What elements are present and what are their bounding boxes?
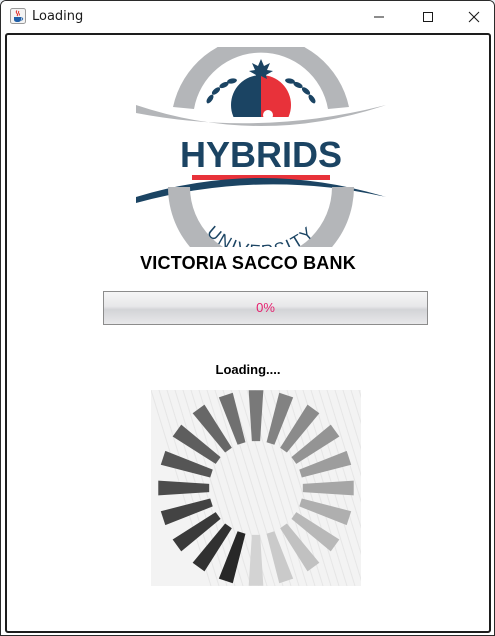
progress-bar: 0% (103, 291, 428, 325)
minimize-icon (374, 16, 384, 18)
java-cup-icon (10, 8, 26, 24)
logo-subtitle: UNIVERSITY (203, 222, 316, 247)
title-bar[interactable]: Loading (1, 1, 494, 33)
window-title: Loading (32, 9, 84, 24)
loading-label: Loading.... (215, 362, 281, 377)
logo-wordmark: HYBRIDS (180, 134, 342, 175)
maximize-button[interactable] (405, 1, 451, 32)
close-button[interactable] (451, 1, 494, 32)
progress-text: 0% (256, 300, 275, 315)
svg-text:UNIVERSITY: UNIVERSITY (203, 222, 318, 247)
organization-name: VICTORIA SACCO BANK (140, 253, 356, 273)
university-logo: HYBRIDS UNIVERSITY (136, 47, 386, 247)
loading-window: Loading HYBRIDS UNI ITY VICTORIA SACCO B… (0, 0, 495, 636)
loading-spinner-icon (151, 390, 361, 586)
content-panel: HYBRIDS UNIVERSITY VICTORIA SACCO BANK 0… (5, 33, 491, 633)
close-icon (468, 11, 480, 23)
minimize-button[interactable] (356, 1, 402, 32)
maximize-icon (423, 12, 433, 22)
